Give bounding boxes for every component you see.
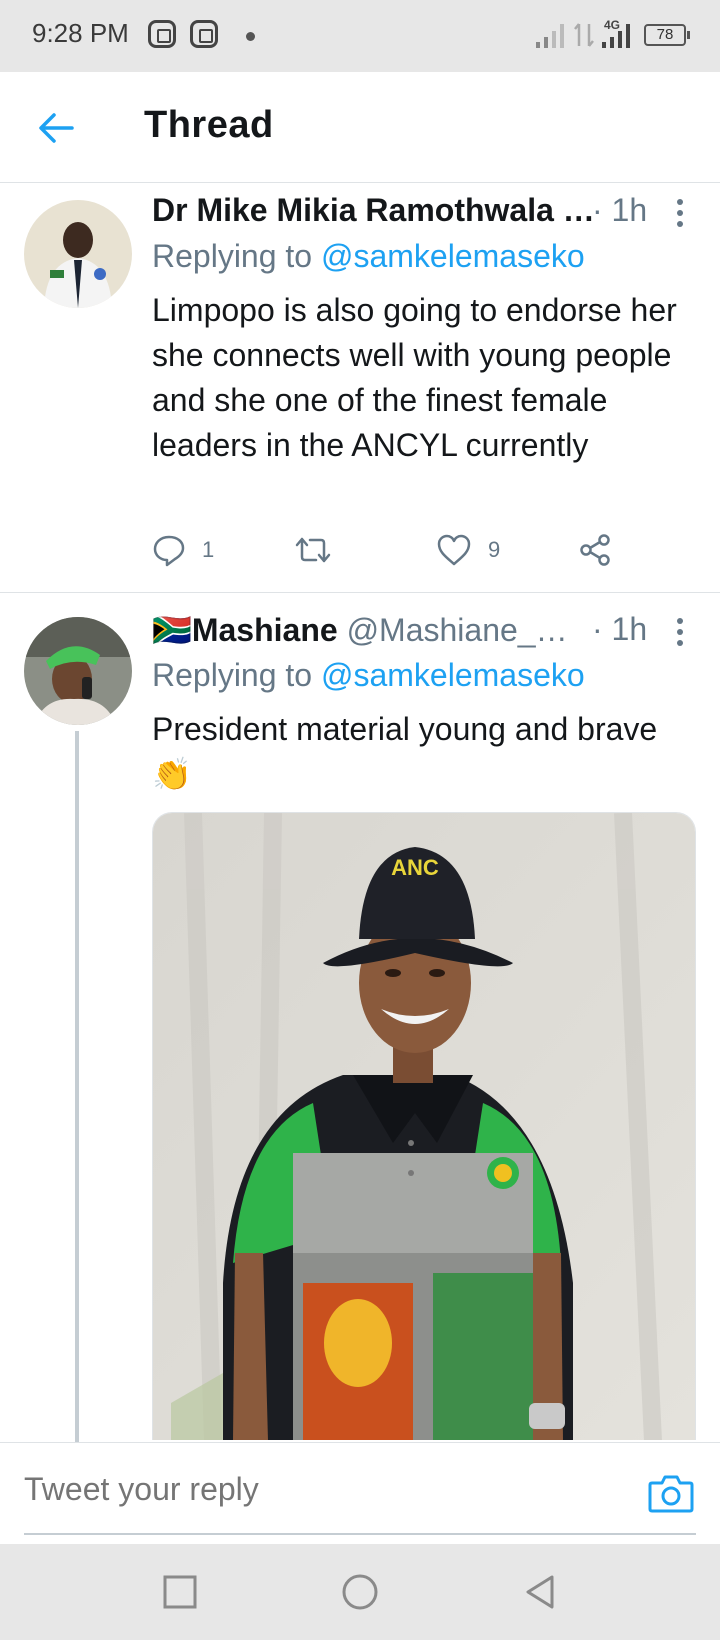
tweet-photo[interactable]: ANC: [152, 812, 696, 1440]
camera-icon[interactable]: [648, 1473, 694, 1513]
more-vertical-icon[interactable]: [675, 617, 685, 647]
reply-button[interactable]: 1: [152, 530, 214, 570]
replying-to-handle[interactable]: @samkelemaseko: [321, 657, 585, 693]
reply-composer: [0, 1442, 720, 1545]
replying-to-label: Replying to: [152, 238, 313, 274]
avatar[interactable]: [24, 200, 132, 308]
like-count: 9: [488, 537, 501, 562]
tweet-actions: 1 9: [152, 530, 622, 570]
replying-to: Replying to @samkelemaseko: [152, 238, 585, 275]
flag-emoji: 🇿🇦: [152, 612, 192, 648]
tweet-item[interactable]: Dr Mike Mikia Ramothwala … · 1h Replying…: [0, 182, 720, 592]
like-button[interactable]: 9: [436, 530, 500, 570]
author-name[interactable]: Mashiane: [192, 612, 338, 648]
tweet-time: · 1h: [592, 611, 648, 647]
page-title: Thread: [144, 104, 274, 146]
signal-strong-icon: [602, 24, 630, 48]
notification-dot-icon: [246, 32, 255, 41]
tweet-text: Limpopo is also going to endorse her she…: [152, 292, 677, 463]
avatar[interactable]: [24, 617, 132, 725]
share-icon: [580, 534, 610, 566]
replying-to-handle[interactable]: @samkelemaseko: [321, 238, 585, 274]
avatar-image: [24, 617, 132, 725]
notification-app-icon: [148, 20, 176, 48]
replying-to: Replying to @samkelemaseko: [152, 657, 585, 694]
author-handle[interactable]: @Mashiane_…: [347, 612, 568, 648]
reply-count: 1: [202, 537, 215, 562]
hat-logo-text: ANC: [391, 855, 439, 880]
reply-icon: [153, 535, 185, 567]
reply-input[interactable]: [24, 1467, 624, 1511]
retweet-icon: [295, 537, 331, 563]
triangle-back-icon[interactable]: [520, 1572, 560, 1612]
arrow-left-icon[interactable]: [36, 108, 76, 148]
status-time: 9:28 PM: [32, 18, 129, 48]
thread-header: Thread: [0, 72, 720, 183]
thread-connector-line: [75, 731, 79, 1442]
replying-to-label: Replying to: [152, 657, 313, 693]
tweet-time: · 1h: [592, 192, 648, 228]
clap-emoji: 👏: [152, 756, 192, 792]
tweet-text-body: President material young and brave: [152, 711, 658, 747]
square-icon[interactable]: [160, 1572, 200, 1612]
battery-indicator: 78: [644, 24, 690, 46]
heart-icon: [437, 534, 471, 566]
avatar-image: [24, 200, 132, 308]
status-bar: 9:28 PM 4G 78: [0, 0, 720, 72]
retweet-button[interactable]: [294, 530, 332, 570]
more-vertical-icon[interactable]: [675, 198, 685, 228]
tweet-text: President material young and brave 👏: [152, 707, 692, 797]
reply-underline: [24, 1533, 696, 1535]
system-nav-bar: [0, 1544, 720, 1640]
share-button[interactable]: [578, 530, 612, 570]
notification-app-icon: [190, 20, 218, 48]
circle-icon[interactable]: [340, 1572, 380, 1612]
data-arrows-icon: [574, 23, 594, 47]
author-name[interactable]: Dr Mike Mikia Ramothwala …: [152, 192, 595, 228]
signal-weak-icon: [536, 24, 564, 48]
photo-image: ANC: [153, 813, 695, 1440]
